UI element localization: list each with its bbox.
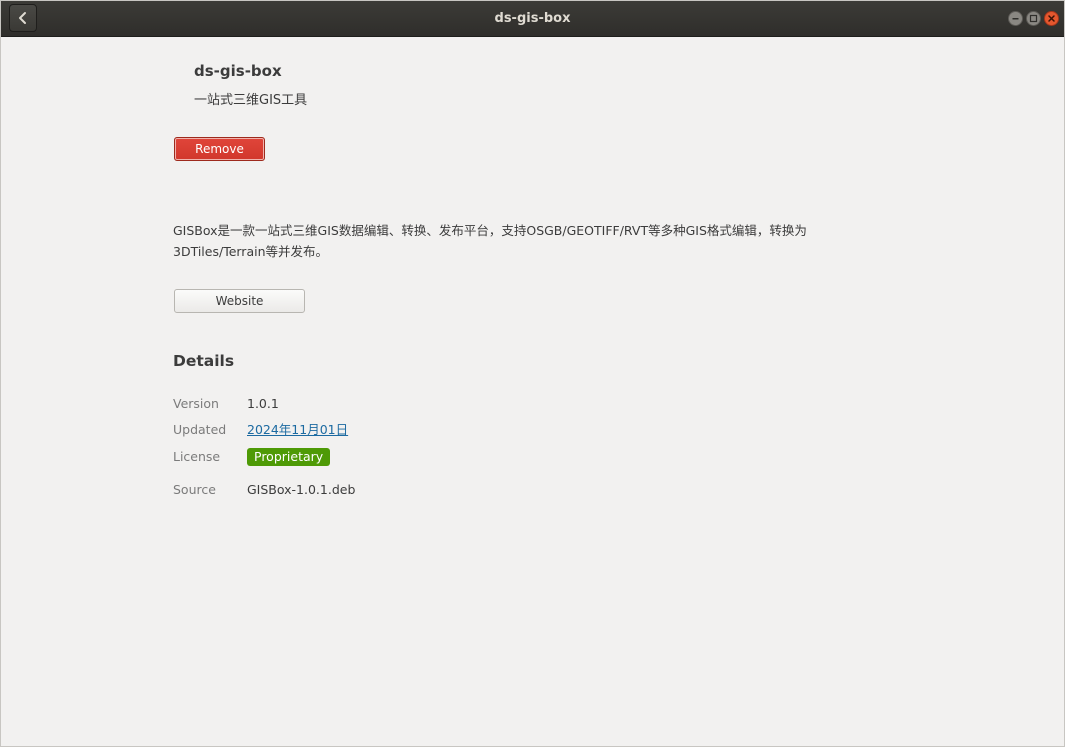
version-value: 1.0.1 — [247, 396, 279, 411]
detail-label: License — [173, 449, 221, 464]
window-title: ds-gis-box — [494, 11, 571, 26]
maximize-icon — [1029, 14, 1038, 23]
remove-button[interactable]: Remove — [174, 137, 265, 161]
source-value: GISBox-1.0.1.deb — [247, 482, 356, 497]
maximize-button[interactable] — [1026, 11, 1041, 26]
app-description: GISBox是一款一站式三维GIS数据编辑、转换、发布平台，支持OSGB/GEO… — [173, 223, 807, 259]
close-icon — [1048, 15, 1055, 22]
detail-label: Updated — [173, 422, 227, 437]
minimize-button[interactable] — [1008, 11, 1023, 26]
license-badge[interactable]: Proprietary — [247, 448, 331, 466]
updated-date-link[interactable]: 2024年11月01日 — [247, 420, 348, 440]
details-heading: Details — [173, 352, 235, 370]
website-button[interactable]: Website — [174, 289, 305, 313]
minimize-icon — [1012, 18, 1019, 20]
app-summary: 一站式三维GIS工具 — [194, 93, 308, 108]
detail-label: Source — [173, 482, 216, 497]
close-button[interactable] — [1044, 11, 1059, 26]
title-bar: ds-gis-box — [1, 1, 1064, 37]
detail-label: Version — [173, 396, 219, 411]
app-name: ds-gis-box — [194, 62, 282, 80]
app-window: ds-gis-box ds-gis-box 一站式三维GIS工具 Remove … — [0, 0, 1065, 747]
